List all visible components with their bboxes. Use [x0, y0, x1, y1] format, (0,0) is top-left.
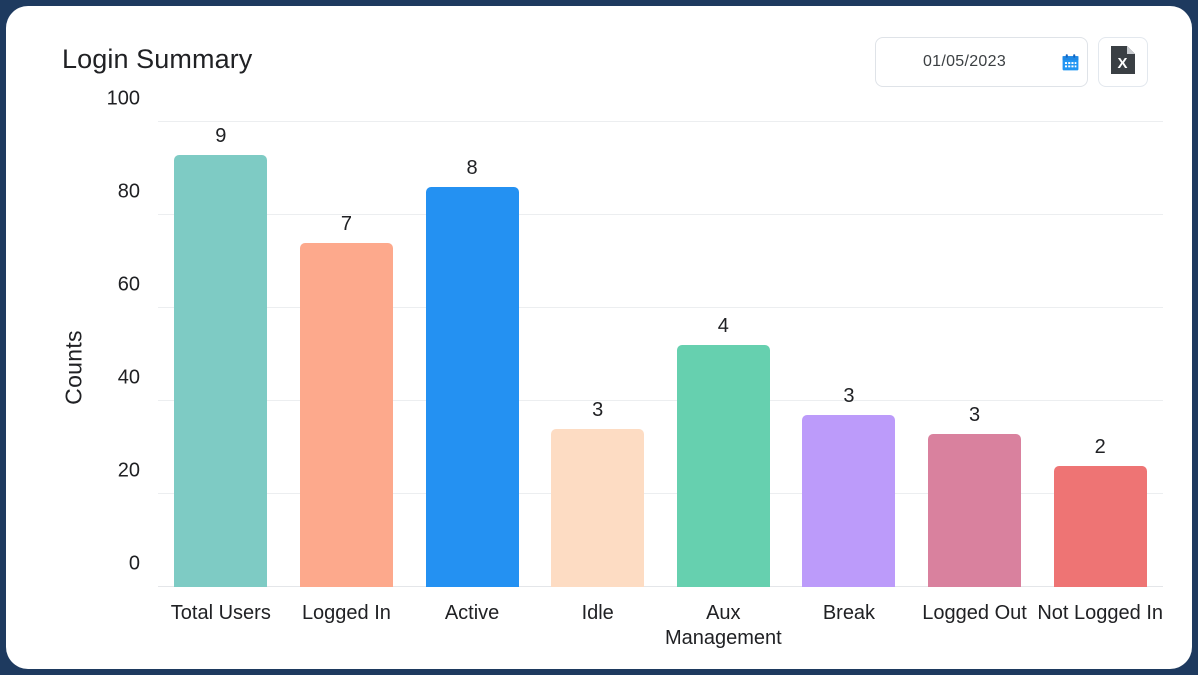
card-header: Login Summary 01/05/2023 X [6, 6, 1192, 110]
bar-group: 4 Aux Management [661, 122, 787, 649]
bar-group: 7 Logged In [284, 122, 410, 624]
date-input-value[interactable]: 01/05/2023 [876, 53, 1053, 71]
login-summary-card: Login Summary 01/05/2023 X Counts 0 20 4… [6, 6, 1192, 669]
bar-value-label: 4 [717, 315, 729, 338]
x-axis-tick-label: Not Logged In [1037, 602, 1164, 624]
y-axis-tick-label: 60 [117, 273, 140, 296]
bar-value-label: 9 [215, 124, 227, 147]
svg-text:X: X [1117, 55, 1127, 72]
bar[interactable] [425, 187, 519, 587]
bar-value-label: 7 [340, 212, 352, 235]
bar[interactable] [802, 414, 896, 587]
y-axis-tick-label: 100 [106, 87, 140, 110]
y-axis-tick-label: 80 [117, 180, 140, 203]
bar-series: 9 Total Users 7 Logged In 8 Active 3 Idle 4 Aux M… [158, 122, 1163, 649]
plot-area: 0 20 40 60 80 100 9 Total Users 7 Logged In 8 Acti… [107, 88, 1163, 650]
bar-group: 2 Not Logged In [1037, 122, 1163, 624]
bar[interactable] [676, 345, 770, 587]
bar-value-label: 8 [466, 157, 478, 180]
bar-value-label: 3 [843, 384, 855, 407]
bar-value-label: 2 [1094, 436, 1106, 459]
login-summary-bar-chart: Counts 0 20 40 60 80 100 9 Total Users 7 Logged … [6, 88, 1192, 669]
bar-group: 3 Logged Out [912, 122, 1038, 624]
bar[interactable] [928, 433, 1022, 587]
bar[interactable] [551, 428, 645, 587]
y-axis-tick-label: 0 [128, 552, 140, 575]
bar-group: 8 Active [409, 122, 535, 624]
export-excel-button[interactable]: X [1098, 37, 1148, 87]
bar-value-label: 3 [592, 398, 604, 421]
y-axis-tick-label: 20 [117, 459, 140, 482]
excel-export-icon: X [1110, 45, 1136, 80]
bar-group: 9 Total Users [158, 122, 284, 624]
bar-group: 3 Break [786, 122, 912, 624]
bar-group: 3 Idle [535, 122, 661, 624]
bar-value-label: 3 [969, 403, 981, 426]
page-title: Login Summary [62, 44, 253, 74]
date-picker[interactable]: 01/05/2023 [875, 37, 1088, 87]
bar[interactable] [174, 154, 268, 587]
y-axis-tick-label: 40 [117, 366, 140, 389]
bar[interactable] [1053, 466, 1147, 587]
bar[interactable] [299, 242, 393, 587]
calendar-icon[interactable] [1053, 53, 1087, 72]
